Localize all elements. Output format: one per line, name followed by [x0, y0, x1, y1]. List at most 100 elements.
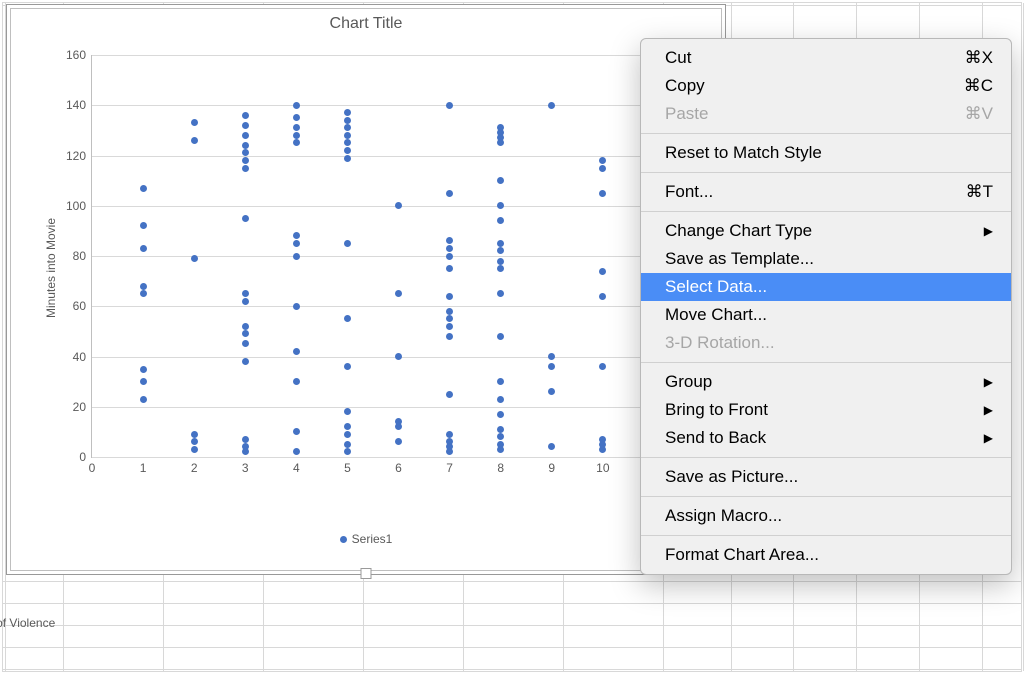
data-point[interactable]: [344, 109, 351, 116]
data-point[interactable]: [497, 247, 504, 254]
data-point[interactable]: [344, 240, 351, 247]
data-point[interactable]: [293, 448, 300, 455]
data-point[interactable]: [191, 438, 198, 445]
data-point[interactable]: [140, 290, 147, 297]
data-point[interactable]: [497, 411, 504, 418]
data-point[interactable]: [497, 217, 504, 224]
data-point[interactable]: [293, 378, 300, 385]
data-point[interactable]: [293, 303, 300, 310]
menu-reset-style[interactable]: Reset to Match Style: [641, 139, 1011, 167]
menu-select-data[interactable]: Select Data...: [641, 273, 1011, 301]
data-point[interactable]: [242, 290, 249, 297]
data-point[interactable]: [191, 446, 198, 453]
data-point[interactable]: [140, 378, 147, 385]
data-point[interactable]: [548, 102, 555, 109]
data-point[interactable]: [293, 253, 300, 260]
data-point[interactable]: [344, 139, 351, 146]
menu-change-chart-type[interactable]: Change Chart Type ▶: [641, 217, 1011, 245]
data-point[interactable]: [242, 132, 249, 139]
menu-send-to-back[interactable]: Send to Back ▶: [641, 424, 1011, 452]
data-point[interactable]: [344, 431, 351, 438]
data-point[interactable]: [344, 132, 351, 139]
data-point[interactable]: [497, 290, 504, 297]
data-point[interactable]: [446, 431, 453, 438]
data-point[interactable]: [548, 353, 555, 360]
data-point[interactable]: [344, 117, 351, 124]
data-point[interactable]: [242, 165, 249, 172]
data-point[interactable]: [599, 363, 606, 370]
data-point[interactable]: [242, 298, 249, 305]
data-point[interactable]: [446, 315, 453, 322]
data-point[interactable]: [344, 363, 351, 370]
data-point[interactable]: [446, 245, 453, 252]
data-point[interactable]: [242, 157, 249, 164]
data-point[interactable]: [599, 165, 606, 172]
data-point[interactable]: [242, 112, 249, 119]
data-point[interactable]: [395, 438, 402, 445]
data-point[interactable]: [497, 396, 504, 403]
data-point[interactable]: [497, 177, 504, 184]
chart-title[interactable]: Chart Title: [11, 9, 721, 35]
data-point[interactable]: [293, 348, 300, 355]
data-point[interactable]: [293, 114, 300, 121]
menu-assign-macro[interactable]: Assign Macro...: [641, 502, 1011, 530]
data-point[interactable]: [242, 436, 249, 443]
data-point[interactable]: [497, 265, 504, 272]
data-point[interactable]: [446, 308, 453, 315]
data-point[interactable]: [497, 258, 504, 265]
data-point[interactable]: [599, 293, 606, 300]
data-point[interactable]: [293, 428, 300, 435]
data-point[interactable]: [293, 132, 300, 139]
legend[interactable]: Series1: [11, 532, 721, 546]
data-point[interactable]: [191, 431, 198, 438]
data-point[interactable]: [293, 102, 300, 109]
data-point[interactable]: [293, 232, 300, 239]
data-point[interactable]: [344, 441, 351, 448]
data-point[interactable]: [140, 283, 147, 290]
data-point[interactable]: [140, 185, 147, 192]
menu-font[interactable]: Font... ⌘T: [641, 178, 1011, 206]
data-point[interactable]: [497, 426, 504, 433]
data-point[interactable]: [344, 315, 351, 322]
data-point[interactable]: [293, 240, 300, 247]
data-point[interactable]: [446, 391, 453, 398]
data-point[interactable]: [497, 333, 504, 340]
chart-object[interactable]: Chart Title Minutes into Movie 020406080…: [6, 4, 726, 575]
data-point[interactable]: [548, 388, 555, 395]
data-point[interactable]: [242, 330, 249, 337]
data-point[interactable]: [395, 353, 402, 360]
data-point[interactable]: [242, 323, 249, 330]
data-point[interactable]: [446, 237, 453, 244]
data-point[interactable]: [395, 290, 402, 297]
menu-format-chart-area[interactable]: Format Chart Area...: [641, 541, 1011, 569]
data-point[interactable]: [242, 358, 249, 365]
data-point[interactable]: [548, 443, 555, 450]
data-point[interactable]: [344, 147, 351, 154]
y-axis-label[interactable]: Minutes into Movie: [44, 217, 58, 317]
data-point[interactable]: [497, 240, 504, 247]
data-point[interactable]: [599, 268, 606, 275]
data-point[interactable]: [395, 202, 402, 209]
data-point[interactable]: [548, 363, 555, 370]
menu-bring-to-front[interactable]: Bring to Front ▶: [641, 396, 1011, 424]
data-point[interactable]: [344, 408, 351, 415]
data-point[interactable]: [191, 119, 198, 126]
menu-save-as-template[interactable]: Save as Template...: [641, 245, 1011, 273]
data-point[interactable]: [293, 139, 300, 146]
data-point[interactable]: [242, 215, 249, 222]
data-point[interactable]: [599, 157, 606, 164]
menu-copy[interactable]: Copy ⌘C: [641, 72, 1011, 100]
data-point[interactable]: [497, 433, 504, 440]
data-point[interactable]: [344, 448, 351, 455]
menu-save-as-picture[interactable]: Save as Picture...: [641, 463, 1011, 491]
data-point[interactable]: [140, 366, 147, 373]
menu-group[interactable]: Group ▶: [641, 368, 1011, 396]
data-point[interactable]: [497, 202, 504, 209]
data-point[interactable]: [344, 124, 351, 131]
data-point[interactable]: [242, 122, 249, 129]
data-point[interactable]: [446, 265, 453, 272]
data-point[interactable]: [191, 255, 198, 262]
data-point[interactable]: [497, 378, 504, 385]
data-point[interactable]: [191, 137, 198, 144]
resize-handle-bottom[interactable]: [361, 568, 372, 579]
